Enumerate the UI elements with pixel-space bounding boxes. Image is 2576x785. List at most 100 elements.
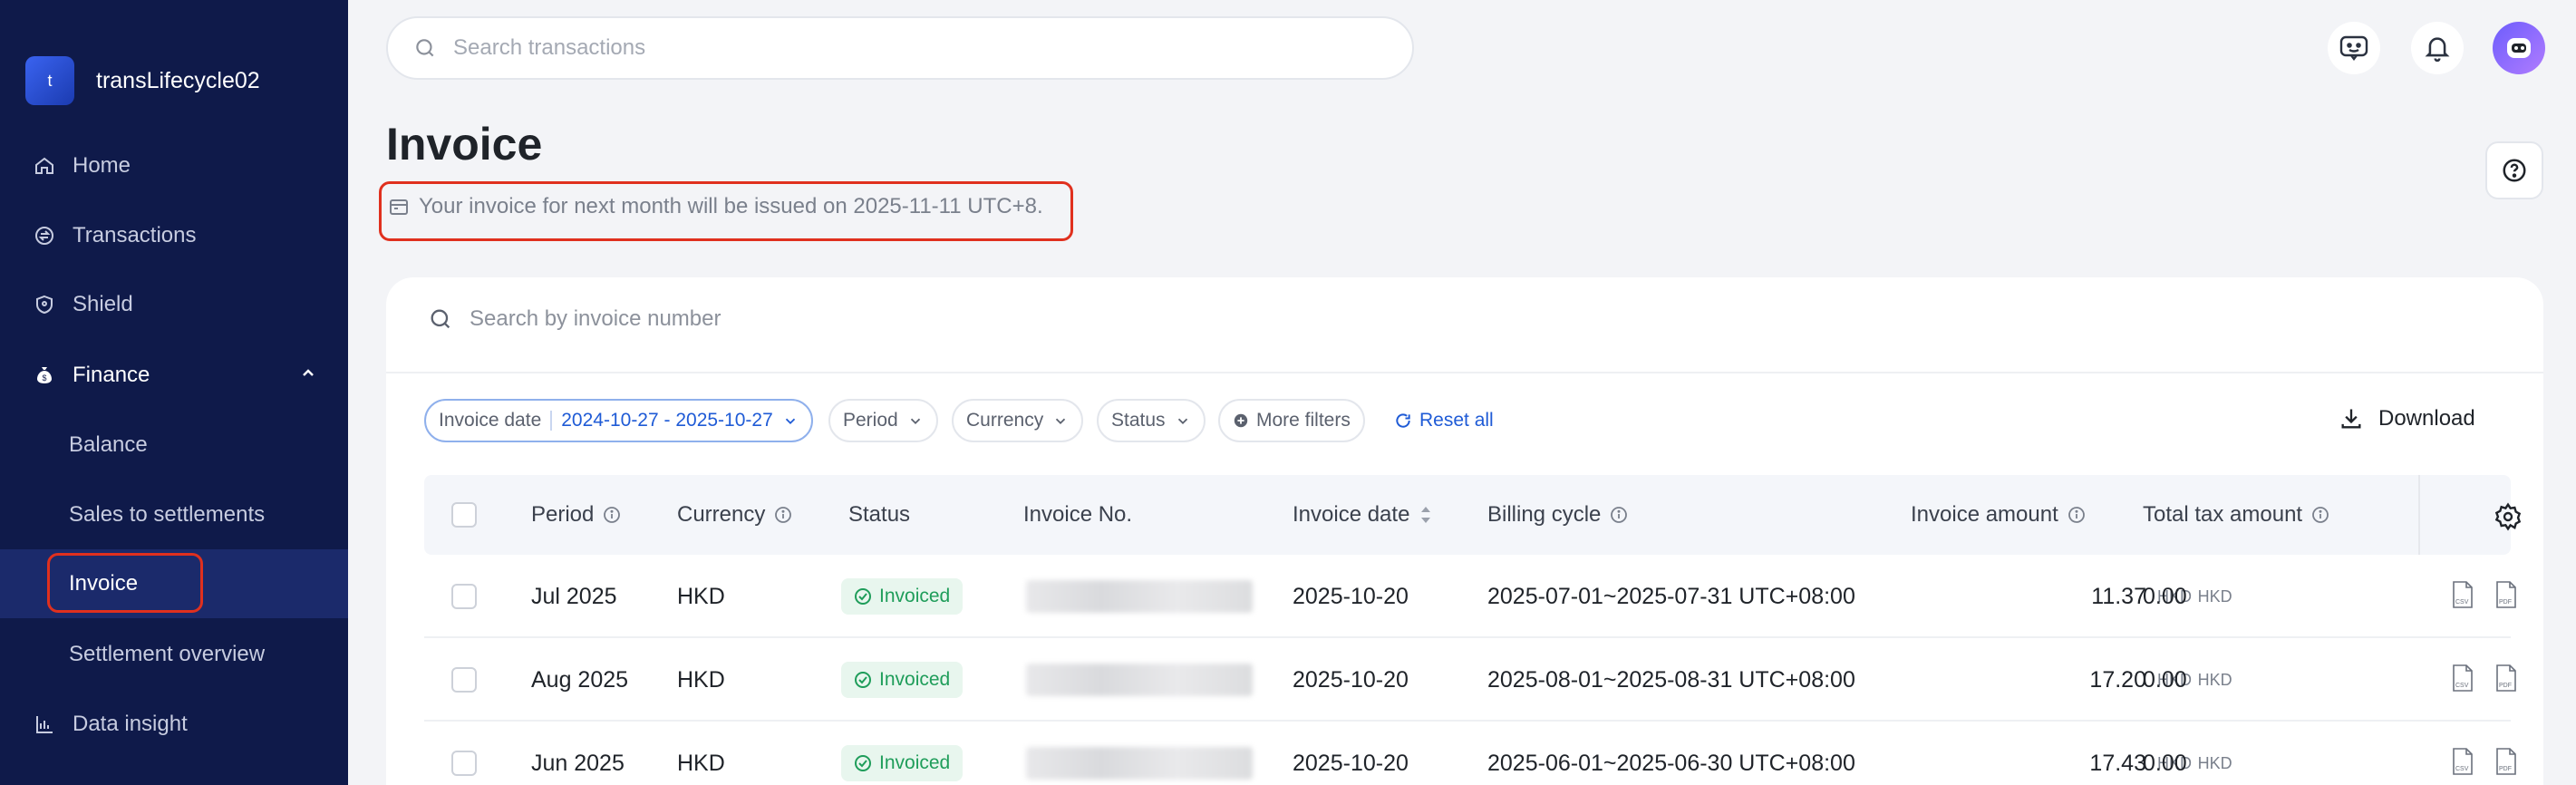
gear-icon[interactable] (2494, 502, 2523, 531)
period-filter-label: Period (843, 410, 898, 431)
pdf-file-icon[interactable]: PDF (2494, 580, 2519, 614)
cell-billing-cycle: 2025-08-01~2025-08-31 UTC+08:00 (1487, 666, 1855, 693)
row-actions: CSV PDF (2420, 722, 2549, 785)
invoice-search-input[interactable] (470, 306, 1195, 332)
help-icon (2503, 159, 2526, 182)
tax-amount-value: 0.00 (2143, 583, 2187, 609)
invoice-highlight-box (47, 553, 203, 613)
pdf-file-icon[interactable]: PDF (2494, 664, 2519, 697)
select-all-checkbox[interactable] (451, 502, 477, 528)
invoice-number-redacted (1026, 747, 1253, 780)
table-row[interactable]: Aug 2025 HKD Invoiced 2025-10-20 2025-08… (424, 638, 2516, 722)
plus-circle-icon (1233, 412, 1249, 429)
money-bag-icon: $ (33, 363, 56, 387)
cell-billing-cycle: 2025-06-01~2025-06-30 UTC+08:00 (1487, 750, 1855, 776)
status-label: Invoiced (879, 669, 951, 690)
column-header-label: Invoice amount (1911, 502, 2058, 527)
column-header-label: Invoice date (1293, 502, 1410, 527)
sidebar-item-balance[interactable]: Balance (0, 418, 348, 472)
invoice-card: Invoice date 2024-10-27 - 2025-10-27 Per… (386, 277, 2543, 785)
status-badge: Invoiced (841, 745, 964, 781)
tax-amount-value: 0.00 (2143, 666, 2187, 693)
sidebar-item-finance[interactable]: $ Finance (0, 348, 348, 402)
cell-period: Aug 2025 (531, 666, 629, 693)
more-filters-label: More filters (1256, 410, 1351, 431)
status-badge: Invoiced (841, 578, 964, 615)
sidebar: t transLifecycle02 Home Transactions Shi… (0, 0, 348, 785)
cell-billing-cycle: 2025-07-01~2025-07-31 UTC+08:00 (1487, 583, 1855, 609)
page-title: Invoice (386, 119, 543, 170)
transactions-search-bar[interactable] (386, 16, 1414, 80)
invoice-date-filter[interactable]: Invoice date 2024-10-27 - 2025-10-27 (424, 399, 813, 442)
column-header-billing-cycle: Billing cycle (1487, 475, 1628, 555)
info-icon[interactable] (1610, 506, 1628, 524)
transactions-search-input[interactable] (453, 35, 1269, 61)
currency-filter[interactable]: Currency (952, 399, 1084, 442)
status-label: Invoiced (879, 752, 951, 773)
pdf-file-icon[interactable]: PDF (2494, 747, 2519, 780)
status-filter[interactable]: Status (1097, 399, 1206, 442)
column-header-label: Billing cycle (1487, 502, 1602, 527)
download-button[interactable]: Download (2339, 406, 2475, 431)
row-checkbox[interactable] (451, 584, 477, 609)
invoice-search-bar[interactable] (428, 306, 1195, 332)
sidebar-item-shield[interactable]: Shield (0, 277, 348, 332)
help-button[interactable] (2485, 141, 2543, 199)
sidebar-item-label: Data insight (73, 712, 188, 736)
currency-filter-label: Currency (966, 410, 1044, 431)
invoice-amount-value: 17.20 (2089, 666, 2146, 693)
invoice-date-filter-label: Invoice date (439, 410, 542, 431)
sidebar-item-transactions[interactable]: Transactions (0, 208, 348, 263)
tax-amount-currency: HKD (2197, 670, 2232, 689)
merchant-logo: t (25, 56, 74, 105)
merchant-switcher[interactable]: t transLifecycle02 (25, 56, 260, 105)
cell-invoice-date: 2025-10-20 (1293, 583, 1409, 609)
sidebar-item-settlement-overview[interactable]: Settlement overview (0, 627, 348, 682)
sidebar-item-label: Shield (73, 292, 133, 316)
more-filters-button[interactable]: More filters (1218, 399, 1365, 442)
info-icon[interactable] (2068, 506, 2086, 524)
sidebar-item-home[interactable]: Home (0, 139, 348, 193)
info-icon[interactable] (774, 506, 792, 524)
check-circle-icon (854, 671, 872, 689)
merchant-name: transLifecycle02 (96, 67, 260, 93)
invoice-amount-value: 11.37 (2091, 583, 2146, 609)
chevron-down-icon (782, 412, 799, 429)
column-header-label: Period (531, 502, 595, 527)
column-header-invoice-no: Invoice No. (1023, 475, 1132, 555)
csv-file-icon[interactable]: CSV (2450, 747, 2475, 780)
invoice-date-filter-value: 2024-10-27 - 2025-10-27 (561, 410, 773, 431)
table-row[interactable]: Jun 2025 HKD Invoiced 2025-10-20 2025-06… (424, 722, 2516, 785)
filter-separator (550, 411, 553, 431)
column-header-invoice-date[interactable]: Invoice date (1293, 475, 1433, 555)
row-checkbox[interactable] (451, 667, 477, 693)
row-checkbox[interactable] (451, 751, 477, 776)
sidebar-item-data-insight[interactable]: Data insight (0, 697, 348, 751)
csv-file-icon[interactable]: CSV (2450, 580, 2475, 614)
cell-tax-amount: 0.00 HKD (2143, 722, 2232, 785)
reset-all-button[interactable]: Reset all (1394, 399, 1494, 442)
table-row[interactable]: Jul 2025 HKD Invoiced 2025-10-20 2025-07… (424, 555, 2516, 638)
download-label: Download (2378, 406, 2475, 431)
info-icon[interactable] (2311, 506, 2329, 524)
period-filter[interactable]: Period (828, 399, 938, 442)
sidebar-item-label: Balance (69, 432, 148, 457)
notice-highlight-box (379, 181, 1073, 241)
table-header: Period Currency Status Invoice No. Invoi… (424, 475, 2522, 555)
bar-chart-icon (33, 712, 56, 736)
sort-icon[interactable] (1419, 504, 1433, 526)
sidebar-item-sales-to-settlements[interactable]: Sales to settlements (0, 488, 348, 542)
cell-currency: HKD (677, 666, 725, 693)
support-bot-icon (2339, 35, 2368, 61)
svg-text:PDF: PDF (2499, 683, 2512, 689)
chevron-down-icon (1052, 412, 1069, 429)
csv-file-icon[interactable]: CSV (2450, 664, 2475, 697)
tax-amount-currency: HKD (2197, 753, 2232, 772)
support-button[interactable] (2328, 22, 2380, 74)
svg-text:CSV: CSV (2455, 599, 2469, 606)
column-header-label: Currency (677, 502, 766, 527)
invoice-number-redacted (1026, 664, 1253, 696)
notifications-button[interactable] (2411, 22, 2464, 74)
info-icon[interactable] (603, 506, 621, 524)
avatar[interactable] (2493, 22, 2545, 74)
